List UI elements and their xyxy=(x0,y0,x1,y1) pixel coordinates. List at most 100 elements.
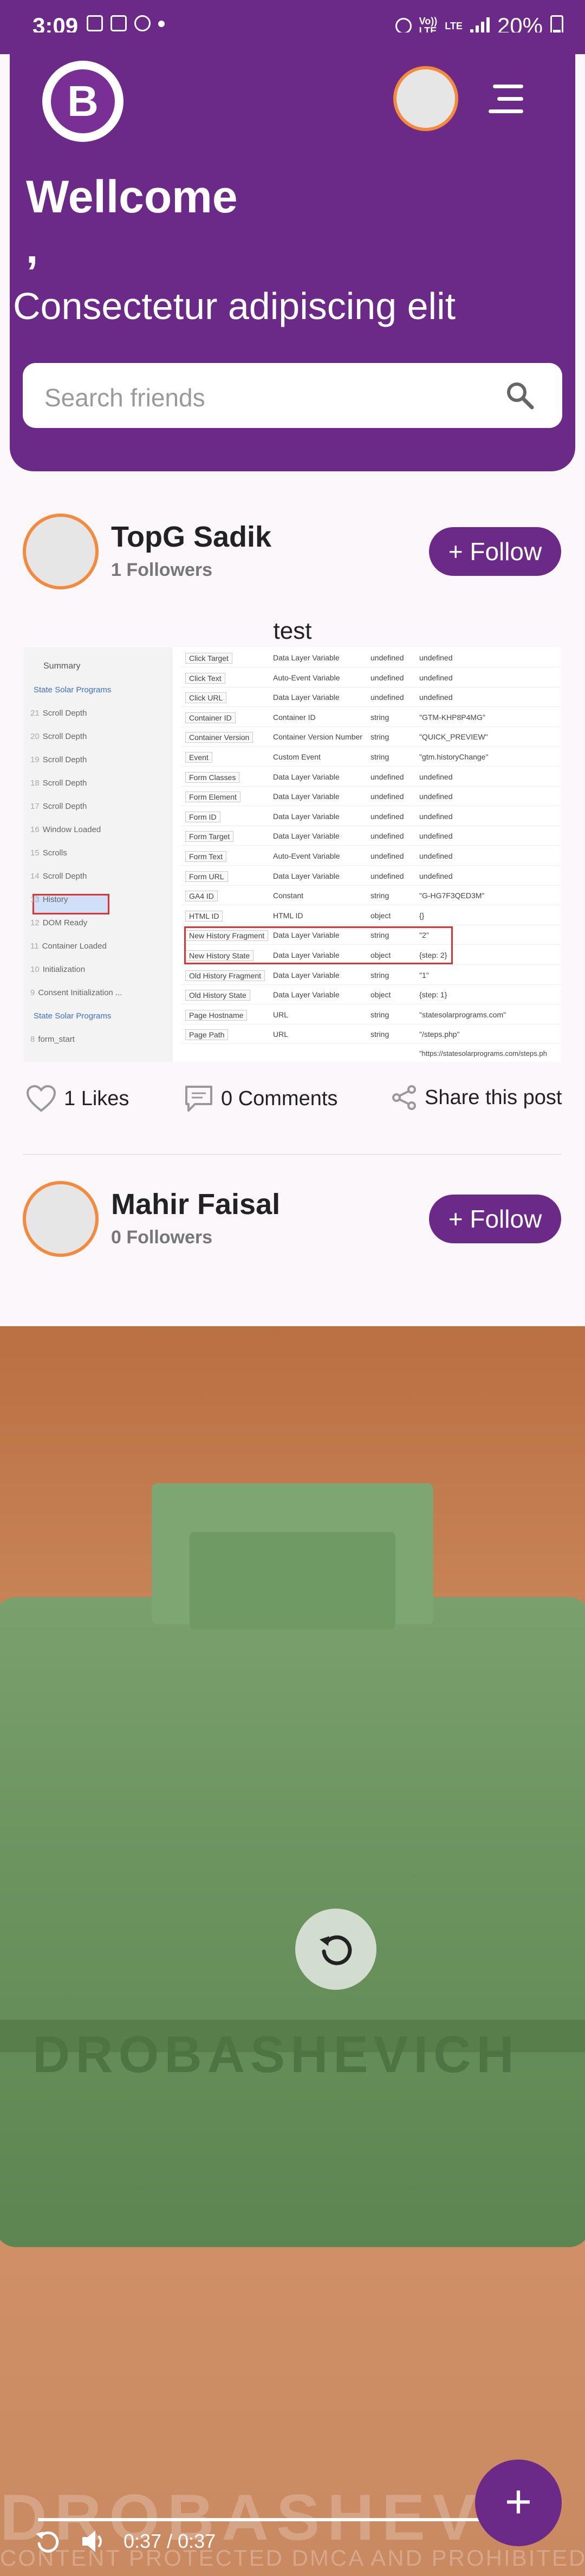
gtm-sidebar-item: 16 Window Loaded xyxy=(30,825,101,834)
comment-button[interactable]: 0 Comments xyxy=(184,1085,337,1113)
gtm-table-cell: Data Layer Variable xyxy=(273,792,340,801)
gtm-table-cell: Click Text xyxy=(185,672,225,684)
search-input[interactable]: Search friends xyxy=(23,363,562,428)
follow-button-label: Follow xyxy=(470,1205,542,1233)
gtm-table-cell: string xyxy=(370,712,389,722)
replay-small-icon[interactable] xyxy=(32,2526,63,2556)
gtm-table-cell: Auto-Event Variable xyxy=(273,852,340,860)
post-author-name[interactable]: Mahir Faisal xyxy=(111,1188,280,1221)
gtm-table-cell: Custom Event xyxy=(273,752,321,761)
gtm-sidebar-item: 14 Scroll Depth xyxy=(30,872,87,881)
gtm-table-cell: undefined xyxy=(370,832,404,841)
gtm-table-cell: Old History Fragment xyxy=(185,970,265,981)
share-button[interactable]: Share this post xyxy=(391,1085,562,1111)
gtm-table-row: Click URL Data Layer Variable undefined und… xyxy=(181,689,561,708)
welcome-subtitle: Consectetur adipiscing elit xyxy=(13,285,456,327)
gtm-table-cell: Form URL xyxy=(185,871,228,882)
add-post-button[interactable]: + xyxy=(475,2460,562,2546)
video-frame-object xyxy=(0,1597,585,2247)
gtm-sidebar-item-label: Scroll Depth xyxy=(42,709,87,718)
video-time: 0:37 / 0:37 xyxy=(123,2530,216,2552)
gtm-table-cell: "QUICK_PREVIEW" xyxy=(419,732,488,742)
search-placeholder: Search friends xyxy=(44,384,205,412)
gtm-table-cell: Data Layer Variable xyxy=(273,653,340,662)
gtm-table-cell: Constant xyxy=(273,891,304,900)
gallery-icon xyxy=(87,15,103,31)
gtm-table-cell: Data Layer Variable xyxy=(273,693,340,702)
gtm-table-cell: Container ID xyxy=(185,712,236,723)
gtm-sidebar-item-label: Scroll Depth xyxy=(42,755,87,764)
gtm-table-cell: object xyxy=(370,990,391,1000)
follow-button[interactable]: + Follow xyxy=(429,1195,561,1243)
post-author-avatar[interactable] xyxy=(23,1181,99,1257)
gtm-table-cell: undefined xyxy=(370,792,404,801)
heart-icon xyxy=(26,1085,56,1112)
gtm-table-cell: Form Classes xyxy=(185,771,240,783)
gtm-table-cell: URL xyxy=(273,1010,289,1019)
gtm-sidebar-item: 10 Initialization xyxy=(30,965,85,974)
gtm-table-cell: Container Version Number xyxy=(273,732,362,742)
gtm-sidebar-item-num: 17 xyxy=(30,802,40,811)
post-author-name[interactable]: TopG Sadik xyxy=(111,520,271,554)
comment-icon xyxy=(185,1086,212,1112)
gtm-table-cell: "GTM-KHP8P4MG" xyxy=(419,712,485,722)
gtm-table-row: HTML ID HTML ID object {} xyxy=(181,907,561,925)
gtm-sidebar-item-num: 12 xyxy=(30,918,40,927)
profile-avatar[interactable] xyxy=(393,66,458,131)
gtm-table-cell: Click Target xyxy=(185,653,232,664)
gtm-sidebar-item-label: Consent Initialization ... xyxy=(38,988,122,997)
gtm-sidebar-item: 12 DOM Ready xyxy=(30,918,87,927)
gtm-table-cell: string xyxy=(370,970,389,979)
gtm-sidebar-item-label: form_start xyxy=(38,1035,75,1044)
gtm-sidebar-item: 8 form_start xyxy=(30,1035,75,1044)
post-image[interactable]: Summary State Solar Programs 21 Scroll Dep… xyxy=(24,647,561,1062)
gtm-table-cell: undefined xyxy=(370,653,404,662)
gtm-sidebar-item: 11 Container Loaded xyxy=(30,942,107,951)
gtm-sidebar-item-num: 18 xyxy=(30,778,40,788)
replay-button[interactable] xyxy=(295,1909,376,1990)
gtm-sidebar-item-num: 15 xyxy=(30,848,40,858)
menu-icon[interactable] xyxy=(489,85,526,114)
gtm-sidebar-item-num: 10 xyxy=(30,965,40,974)
gtm-sidebar-item-label: State Solar Programs xyxy=(34,1011,112,1021)
welcome-heading: Wellcome xyxy=(26,171,238,222)
app-logo[interactable]: B xyxy=(42,61,123,142)
gtm-table-cell: string xyxy=(370,1030,389,1039)
search-icon[interactable] xyxy=(505,380,535,411)
like-button[interactable]: 1 Likes xyxy=(26,1085,129,1113)
gtm-table-cell: Form Target xyxy=(185,831,234,842)
gtm-table-cell: {step: 1} xyxy=(419,990,447,1000)
volume-icon[interactable] xyxy=(79,2527,107,2555)
gtm-table-row: Form Element Data Layer Variable undefined… xyxy=(181,788,561,807)
gtm-sidebar-item-num: 20 xyxy=(30,732,40,741)
gtm-table-row: Page Path URL string "/steps.php" xyxy=(181,1026,561,1044)
gtm-table-cell: GA4 ID xyxy=(185,891,218,902)
gtm-table-cell: HTML ID xyxy=(185,910,223,922)
gtm-sidebar-item-label: Initialization xyxy=(42,965,86,974)
gtm-sidebar-item-label: Scroll Depth xyxy=(42,778,87,788)
gtm-table-row: Old History State Data Layer Variable obje… xyxy=(181,987,561,1005)
gtm-page-url-row: "https://statesolarprograms.com/steps.ph xyxy=(181,1049,561,1067)
follow-button[interactable]: + Follow xyxy=(429,527,561,576)
gtm-sidebar-item: 15 Scrolls xyxy=(30,848,67,858)
network2-top-label: LTE xyxy=(445,21,463,31)
gtm-sidebar-item-label: Scrolls xyxy=(42,848,67,858)
gtm-sidebar-item: 9 Consent Initialization ... xyxy=(30,988,122,997)
gtm-table-cell: Form Element xyxy=(185,791,240,803)
gtm-table-cell: undefined xyxy=(370,852,404,860)
gtm-sidebar-item-label: DOM Ready xyxy=(42,918,88,927)
gtm-table-cell: {} xyxy=(419,911,425,920)
gtm-sidebar-item-num: 19 xyxy=(30,755,40,764)
gtm-sidebar-item-num: 14 xyxy=(30,872,40,881)
gtm-table-row: Form ID Data Layer Variable undefined undef… xyxy=(181,808,561,826)
gtm-sidebar-item: State Solar Programs xyxy=(30,685,111,695)
video-player[interactable]: DROBASHEVICH DROBASHEV CONTENT PROTECTED… xyxy=(0,1326,585,2576)
gtm-table-cell: undefined xyxy=(370,693,404,702)
gtm-sidebar-item-num: 13 xyxy=(30,895,40,904)
gtm-history-rows-highlight xyxy=(184,926,453,964)
gtm-table-row: Form Target Data Layer Variable undefined u… xyxy=(181,828,561,846)
video-progress-track[interactable] xyxy=(38,2518,547,2521)
notification-icons xyxy=(87,15,165,31)
follow-button-label: Follow xyxy=(470,537,542,566)
post-author-avatar[interactable] xyxy=(23,514,99,589)
